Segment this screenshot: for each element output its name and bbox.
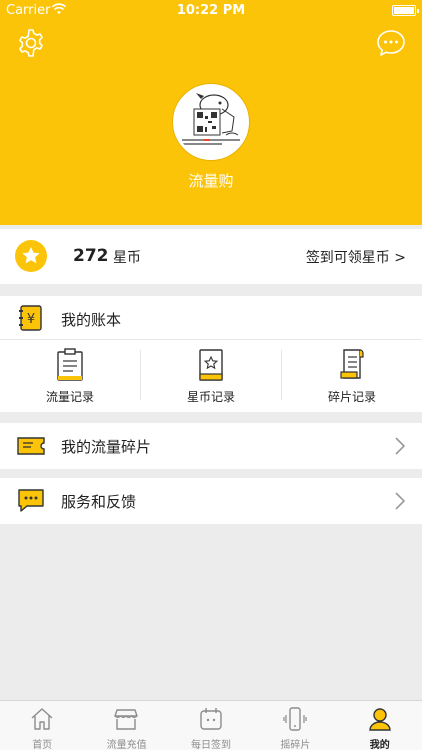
ledger-section: ¥ 我的账本 流量记录 星币记录 碎片记录 <box>0 296 422 412</box>
avatar-image <box>176 87 246 157</box>
clipboard-icon <box>57 348 83 381</box>
tab-me[interactable]: 我的 <box>338 701 422 750</box>
menu-item-feedback[interactable]: 服务和反馈 <box>0 478 422 524</box>
ticket-icon <box>17 437 45 455</box>
star-coin-count: 272 <box>73 246 109 266</box>
tab-bar: 首页 流量充值 每日签到 摇碎片 我的 <box>0 700 422 750</box>
clock: 10:22 PM <box>176 3 246 18</box>
message-icon <box>18 489 44 512</box>
calendar-face-icon <box>200 708 222 730</box>
home-icon <box>31 708 53 730</box>
menu-item-label: 服务和反馈 <box>61 493 137 511</box>
ledger-book-icon: ¥ <box>19 305 42 331</box>
tab-label: 首页 <box>32 740 53 750</box>
profile-header: Carrier 10:22 PM 流量购 <box>0 0 422 225</box>
person-icon <box>368 708 391 731</box>
menu-item-fragments[interactable]: 我的流量碎片 <box>0 423 422 469</box>
battery-icon <box>392 5 419 16</box>
ledger-item-label: 流量记录 <box>45 390 94 404</box>
svg-text:¥: ¥ <box>27 312 35 327</box>
star-coin-row: 272 星币 签到可领星币 > <box>0 229 422 284</box>
ledger-header[interactable]: ¥ 我的账本 <box>0 296 422 340</box>
ledger-title: 我的账本 <box>61 311 122 329</box>
tab-label: 流量充值 <box>106 740 147 750</box>
tab-checkin[interactable]: 每日签到 <box>169 701 253 750</box>
tab-shake[interactable]: 摇碎片 <box>253 701 337 750</box>
signin-link[interactable]: 签到可领星币 > <box>306 247 406 267</box>
tab-label: 每日签到 <box>190 740 231 750</box>
star-coin-unit: 星币 <box>113 250 141 266</box>
star-coin-icon <box>15 240 47 272</box>
tab-recharge[interactable]: 流量充值 <box>84 701 168 750</box>
tab-label: 摇碎片 <box>280 740 311 750</box>
status-bar: Carrier 10:22 PM <box>0 0 422 22</box>
ledger-item-fragment-record[interactable]: 碎片记录 <box>282 340 422 412</box>
gear-icon[interactable] <box>16 28 46 58</box>
ledger-item-label: 碎片记录 <box>327 390 376 404</box>
star-book-icon <box>199 349 223 381</box>
store-icon <box>114 709 139 730</box>
tab-label: 我的 <box>369 740 390 750</box>
menu-item-label: 我的流量碎片 <box>61 438 152 456</box>
username-label[interactable]: 流量购 <box>0 170 422 191</box>
ledger-item-label: 星币记录 <box>186 390 235 404</box>
receipt-icon <box>340 349 364 379</box>
chevron-right-icon <box>395 492 406 510</box>
chat-bubble-icon[interactable] <box>376 28 406 58</box>
ledger-item-coin-record[interactable]: 星币记录 <box>141 340 281 412</box>
ledger-item-traffic-record[interactable]: 流量记录 <box>0 340 140 412</box>
tab-home[interactable]: 首页 <box>0 701 84 750</box>
chevron-right-icon <box>395 437 406 455</box>
shake-phone-icon <box>283 707 307 731</box>
avatar[interactable] <box>173 84 249 160</box>
